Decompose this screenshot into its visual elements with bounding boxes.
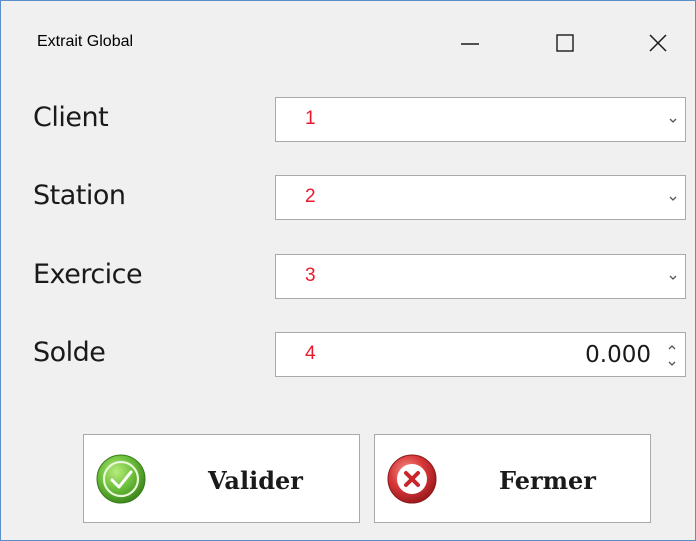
chevron-down-icon bbox=[669, 196, 677, 201]
spin-down-button[interactable] bbox=[662, 356, 682, 371]
exercice-marker: 3 bbox=[305, 265, 316, 286]
solde-label: Solde bbox=[33, 337, 106, 368]
client-combobox[interactable]: 1 bbox=[275, 97, 686, 142]
station-dropdown-button[interactable] bbox=[661, 176, 685, 219]
valider-label: Valider bbox=[208, 466, 303, 495]
exercice-combobox[interactable]: 3 bbox=[275, 254, 686, 299]
chevron-down-icon bbox=[669, 118, 677, 123]
minimize-button[interactable] bbox=[447, 19, 493, 67]
solde-spin-buttons bbox=[662, 339, 682, 371]
station-label: Station bbox=[33, 180, 126, 211]
dialog-window: Extrait Global Client 1 Station 2 Exerci… bbox=[0, 0, 696, 541]
solde-marker: 4 bbox=[305, 343, 316, 364]
exercice-dropdown-button[interactable] bbox=[661, 255, 685, 298]
station-marker: 2 bbox=[305, 186, 316, 207]
fermer-label: Fermer bbox=[499, 466, 596, 495]
station-combobox[interactable]: 2 bbox=[275, 175, 686, 220]
close-icon bbox=[649, 34, 667, 52]
fermer-button[interactable]: Fermer bbox=[374, 434, 651, 523]
client-label: Client bbox=[33, 102, 109, 133]
client-marker: 1 bbox=[305, 108, 316, 129]
chevron-down-icon bbox=[668, 361, 676, 366]
x-circle-icon bbox=[387, 454, 437, 504]
exercice-label: Exercice bbox=[33, 259, 143, 290]
spin-up-button[interactable] bbox=[662, 339, 682, 354]
maximize-button[interactable] bbox=[542, 19, 588, 67]
window-title: Extrait Global bbox=[37, 33, 134, 50]
valider-button[interactable]: Valider bbox=[83, 434, 360, 523]
solde-value: 0.000 bbox=[585, 342, 651, 368]
minimize-icon bbox=[461, 43, 479, 45]
close-button[interactable] bbox=[635, 19, 681, 67]
check-circle-icon bbox=[96, 454, 146, 504]
client-dropdown-button[interactable] bbox=[661, 98, 685, 141]
chevron-up-icon bbox=[668, 344, 676, 349]
title-bar[interactable]: Extrait Global bbox=[1, 1, 695, 87]
solde-spinner[interactable]: 4 0.000 bbox=[275, 332, 686, 377]
maximize-icon bbox=[556, 34, 574, 52]
chevron-down-icon bbox=[669, 275, 677, 280]
